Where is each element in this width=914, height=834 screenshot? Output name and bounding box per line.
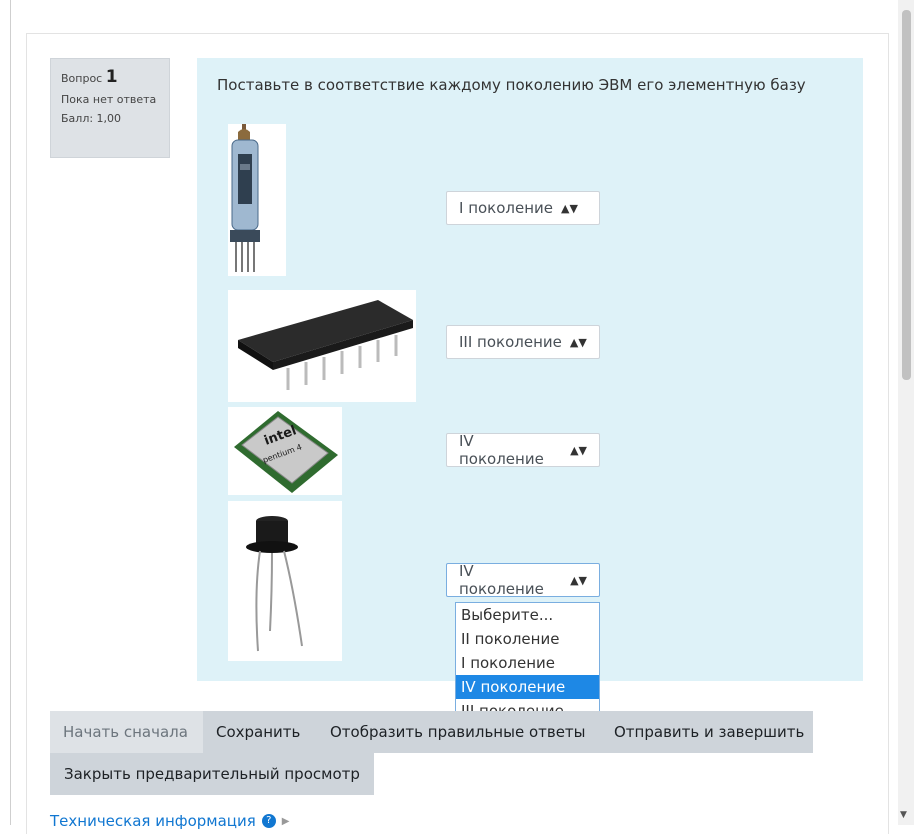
technical-info-label: Техническая информация [50,812,256,830]
question-info-panel: Вопрос 1 Пока нет ответа Балл: 1,00 [50,58,170,158]
select-value: IV поколение [459,562,544,598]
question-score: Балл: 1,00 [61,112,122,125]
scroll-down-icon[interactable]: ▼ [900,810,907,820]
dropdown-option[interactable]: I поколение [456,651,599,675]
vacuum-tube-image [228,124,286,276]
dropdown-menu: Выберите... II поколение I поколение IV … [455,602,600,724]
save-button[interactable]: Сохранить [203,711,313,753]
select-value: IV поколение [459,432,544,468]
generation-select-2[interactable]: III поколение ▲▼ [446,325,600,359]
microprocessor-image: intel pentium 4 [228,407,342,495]
dropdown-option[interactable]: II поколение [456,627,599,651]
integrated-circuit-image [228,290,416,402]
select-value: III поколение [459,333,562,351]
question-number: 1 [105,67,118,87]
transistor-image [228,501,342,661]
select-arrows-icon: ▲▼ [570,443,587,457]
generation-select-4[interactable]: IV поколение ▲▼ [446,562,600,598]
question-text: Поставьте в соответствие каждому поколен… [217,76,806,94]
question-label: Вопрос [61,72,103,85]
select-arrows-icon: ▲▼ [570,573,587,587]
technical-info-link[interactable]: Техническая информация ? ▶ [50,812,289,830]
generation-select-1[interactable]: I поколение ▲▼ [446,191,600,225]
select-arrows-icon: ▲▼ [569,335,587,349]
submit-finish-button[interactable]: Отправить и завершить [601,711,817,753]
scrollbar-thumb[interactable] [902,10,911,380]
left-border [10,0,11,825]
generation-select-3[interactable]: IV поколение ▲▼ [446,432,600,468]
restart-button[interactable]: Начать сначала [50,711,203,753]
question-status: Пока нет ответа [61,93,157,106]
close-preview-button[interactable]: Закрыть предварительный просмотр [50,753,374,795]
dropdown-option[interactable]: Выберите... [456,603,599,627]
select-value: I поколение [459,199,554,217]
show-correct-answers-button[interactable]: Отобразить правильные ответы [317,711,599,753]
dropdown-option-highlighted[interactable]: IV поколение [456,675,599,699]
select-arrows-icon: ▲▼ [561,201,578,215]
help-icon: ? [261,814,276,828]
